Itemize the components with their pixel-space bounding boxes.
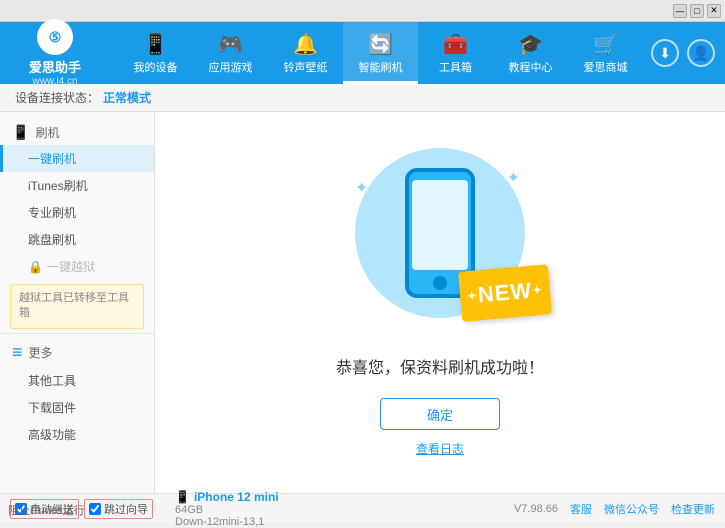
more-icon: ≡: [12, 342, 23, 363]
sidebar-section-flash: 📱 刷机 一键刷机 iTunes刷机 专业刷机 跳盘刷机 🔒 一键越狱 越狱工具…: [0, 120, 154, 329]
logo-icon: ⑤: [37, 19, 73, 55]
jailbreak-label: 一键越狱: [47, 258, 95, 275]
nav-smart-flash-label: 智能刷机: [359, 59, 403, 75]
smart-flash-icon: 🔄: [368, 32, 393, 57]
nav-my-device[interactable]: 📱 我的设备: [118, 22, 193, 84]
status-bar: 设备连接状态： 正常模式: [0, 84, 725, 112]
device-storage: 64GB: [175, 504, 514, 516]
nav-toolbox[interactable]: 🧰 工具箱: [418, 22, 493, 84]
confirm-button[interactable]: 确定: [380, 398, 500, 430]
sidebar-header-flash: 📱 刷机: [0, 120, 154, 145]
phone-home-button: [433, 276, 447, 290]
skip-wizard-checkbox[interactable]: [89, 503, 101, 515]
sidebar-more-label: 更多: [29, 344, 53, 361]
main-layout: 📱 刷机 一键刷机 iTunes刷机 专业刷机 跳盘刷机 🔒 一键越狱 越狱工具…: [0, 112, 725, 493]
bottom-bar: 自动继送 跳过向导 📱 iPhone 12 mini 64GB Down-12m…: [0, 493, 725, 523]
status-value: 正常模式: [103, 89, 151, 106]
phone-screen: [412, 180, 468, 270]
sidebar-section-more: ≡ 更多 其他工具 下载固件 高级功能: [0, 338, 154, 448]
sidebar-item-advanced[interactable]: 高级功能: [0, 421, 154, 448]
logo-area: ⑤ 爱思助手 www.i4.cn: [0, 19, 110, 87]
sidebar-divider: [0, 333, 154, 334]
success-title: 恭喜您，保资料刷机成功啦！: [336, 354, 544, 378]
nav-my-device-label: 我的设备: [134, 59, 178, 75]
nav-items: 📱 我的设备 🎮 应用游戏 🔔 铃声壁纸 🔄 智能刷机 🧰 工具箱 🎓 教程中心…: [110, 22, 651, 84]
phone-icon: 📱: [12, 124, 29, 141]
itunes-status: 阻止iTunes运行: [8, 502, 85, 518]
one-key-flash-label: 一键刷机: [28, 152, 76, 166]
app-name: 爱思助手: [29, 57, 81, 76]
tutorial-icon: 🎓: [518, 32, 543, 57]
nav-shop-label: 爱思商城: [584, 59, 628, 75]
maximize-button[interactable]: □: [690, 4, 704, 18]
skip-flash-label: 跳盘刷机: [28, 233, 76, 247]
itunes-flash-label: iTunes刷机: [28, 179, 88, 193]
header: ⑤ 爱思助手 www.i4.cn 📱 我的设备 🎮 应用游戏 🔔 铃声壁纸 🔄 …: [0, 22, 725, 84]
toolbox-icon: 🧰: [443, 32, 468, 57]
minimize-button[interactable]: —: [673, 4, 687, 18]
nav-smart-flash[interactable]: 🔄 智能刷机: [343, 22, 418, 84]
nav-ringtones-label: 铃声壁纸: [284, 59, 328, 75]
sparkle-icon-2: ✦: [507, 168, 520, 188]
success-visual: ✦ ✦ ✦ NEW: [340, 148, 540, 338]
nav-shop[interactable]: 🛒 爱思商城: [568, 22, 643, 84]
ringtones-icon: 🔔: [293, 32, 318, 57]
advanced-label: 高级功能: [28, 428, 76, 442]
jailbreak-notice-text: 越狱工具已转移至工具箱: [19, 292, 129, 319]
device-model: Down-12mini-13,1: [175, 516, 514, 528]
sidebar-header-more: ≡ 更多: [0, 338, 154, 367]
sidebar-item-jailbreak: 🔒 一键越狱: [0, 253, 154, 280]
skip-wizard-label: 跳过向导: [104, 501, 148, 517]
user-button[interactable]: 👤: [687, 39, 715, 67]
nav-tutorial-label: 教程中心: [509, 59, 553, 75]
version-label: V7.98.66: [514, 503, 558, 515]
sidebar-item-skip-flash[interactable]: 跳盘刷机: [0, 226, 154, 253]
new-banner: NEW: [458, 264, 552, 322]
download-button[interactable]: ⬇: [651, 39, 679, 67]
jailbreak-notice: 越狱工具已转移至工具箱: [10, 284, 144, 329]
pro-flash-label: 专业刷机: [28, 206, 76, 220]
wechat-link[interactable]: 微信公众号: [604, 501, 659, 517]
sidebar-flash-label: 刷机: [35, 124, 59, 141]
sparkle-icon-1: ✦: [355, 178, 368, 198]
device-info: 📱 iPhone 12 mini 64GB Down-12mini-13,1: [165, 490, 514, 528]
sidebar-item-other-tools[interactable]: 其他工具: [0, 367, 154, 394]
nav-ringtones[interactable]: 🔔 铃声壁纸: [268, 22, 343, 84]
app-url: www.i4.cn: [32, 76, 77, 87]
close-button[interactable]: ✕: [707, 4, 721, 18]
sidebar-item-pro-flash[interactable]: 专业刷机: [0, 199, 154, 226]
sidebar-item-download-firmware[interactable]: 下载固件: [0, 394, 154, 421]
bottom-right: V7.98.66 客服 微信公众号 检查更新: [514, 501, 715, 517]
lock-icon: 🔒: [28, 260, 43, 274]
content-area: ✦ ✦ ✦ NEW 恭喜您，保资料刷机成功啦！ 确定 查看日志: [155, 112, 725, 493]
check-update-link[interactable]: 检查更新: [671, 501, 715, 517]
sidebar: 📱 刷机 一键刷机 iTunes刷机 专业刷机 跳盘刷机 🔒 一键越狱 越狱工具…: [0, 112, 155, 493]
nav-apps-games[interactable]: 🎮 应用游戏: [193, 22, 268, 84]
customer-service-link[interactable]: 客服: [570, 501, 592, 517]
nav-apps-games-label: 应用游戏: [209, 59, 253, 75]
nav-toolbox-label: 工具箱: [439, 59, 472, 75]
download-firmware-label: 下载固件: [28, 401, 76, 415]
shop-icon: 🛒: [593, 32, 618, 57]
nav-right-buttons: ⬇ 👤: [651, 39, 725, 67]
my-device-icon: 📱: [143, 32, 168, 57]
sidebar-item-itunes-flash[interactable]: iTunes刷机: [0, 172, 154, 199]
device-name: iPhone 12 mini: [194, 490, 279, 504]
nav-tutorial[interactable]: 🎓 教程中心: [493, 22, 568, 84]
device-phone-icon: 📱: [175, 490, 190, 504]
skip-wizard-checkbox-container[interactable]: 跳过向导: [84, 499, 153, 519]
reflash-link[interactable]: 查看日志: [416, 440, 464, 457]
sidebar-item-one-key-flash[interactable]: 一键刷机: [0, 145, 154, 172]
apps-games-icon: 🎮: [218, 32, 243, 57]
status-label: 设备连接状态：: [15, 89, 99, 106]
other-tools-label: 其他工具: [28, 374, 76, 388]
